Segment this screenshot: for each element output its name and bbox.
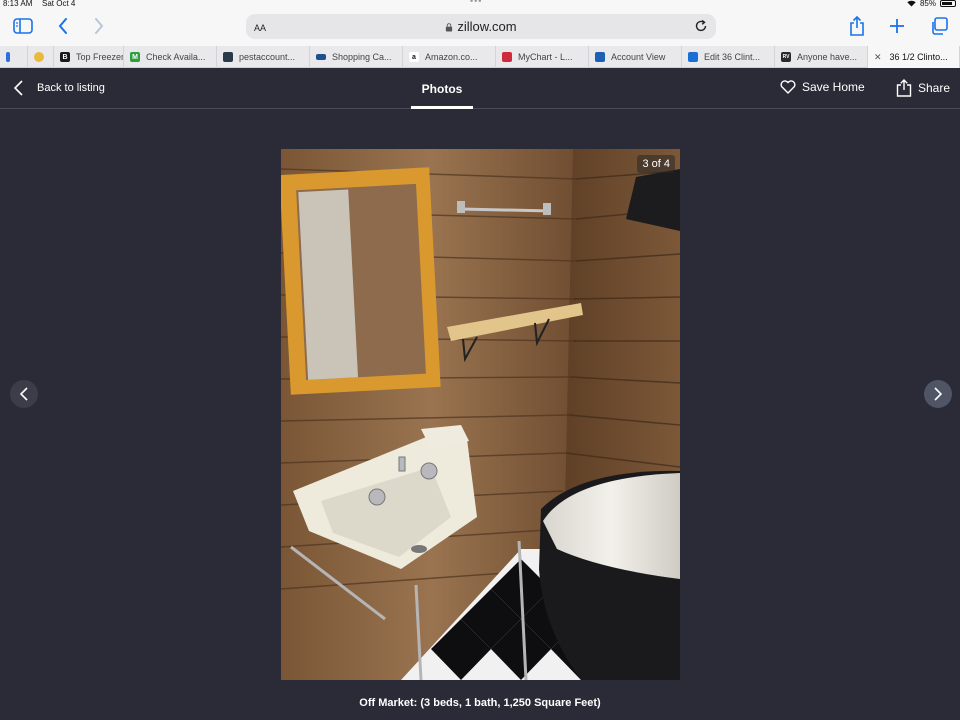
- listing-caption: Off Market: (3 beds, 1 bath, 1,250 Squar…: [359, 697, 601, 709]
- tab-photos[interactable]: Photos: [411, 69, 473, 109]
- tab-10[interactable]: Edit 36 Clint...: [682, 46, 775, 68]
- previous-photo-button[interactable]: [10, 380, 38, 408]
- next-photo-button[interactable]: [924, 380, 952, 408]
- tab-favicon: [502, 52, 512, 62]
- photo-counter: 3 of 4: [637, 155, 675, 173]
- back-to-listing-link[interactable]: Back to listing: [14, 80, 105, 96]
- address-bar[interactable]: AA zillow.com: [246, 14, 716, 39]
- status-right: 85%: [907, 0, 956, 8]
- tab-label: Amazon.co...: [425, 52, 478, 62]
- tab-favicon: B: [60, 52, 70, 62]
- status-time: 8:13 AM: [3, 0, 33, 8]
- tab-active[interactable]: ✕ 36 1/2 Clinto...: [868, 46, 960, 68]
- multitask-dots[interactable]: •••: [470, 0, 482, 6]
- wifi-icon: [907, 0, 916, 7]
- chevron-right-icon: [934, 387, 942, 401]
- tab-3[interactable]: B Top Freezer: [54, 46, 124, 68]
- tab-close-icon[interactable]: ✕: [874, 52, 882, 63]
- reload-icon[interactable]: [694, 19, 708, 33]
- chevron-left-icon: [20, 387, 28, 401]
- tab-favicon: [595, 52, 605, 62]
- listing-photo[interactable]: 3 of 4: [281, 149, 680, 680]
- sidebar-toggle-icon[interactable]: [12, 15, 34, 37]
- heart-icon: [780, 80, 796, 94]
- share-icon: [896, 79, 912, 97]
- browser-tabs-bar: B Top Freezer M Check Availa... pestaccoun…: [0, 46, 960, 68]
- status-bar: 8:13 AM Sat Oct 4 ••• 85%: [0, 0, 960, 9]
- tab-11[interactable]: RV Anyone have...: [775, 46, 868, 68]
- share-sheet-icon[interactable]: [846, 15, 868, 37]
- tab-label: Edit 36 Clint...: [704, 52, 761, 62]
- tab-favicon: [223, 52, 233, 62]
- save-home-label: Save Home: [802, 80, 865, 94]
- tab-label: Anyone have...: [797, 52, 858, 62]
- tab-favicon: M: [130, 52, 140, 62]
- battery-icon: [940, 0, 956, 7]
- tab-label: Account View: [611, 52, 666, 62]
- tab-overview-icon[interactable]: [928, 15, 950, 37]
- tab-label: MyChart - L...: [518, 52, 573, 62]
- back-arrow-icon[interactable]: [52, 15, 74, 37]
- share-label: Share: [918, 81, 951, 95]
- status-date: Sat Oct 4: [42, 0, 76, 8]
- tab-9[interactable]: Account View: [589, 46, 682, 68]
- browser-toolbar: AA zillow.com: [0, 9, 960, 46]
- tab-favicon: [34, 52, 44, 62]
- share-button[interactable]: Share: [896, 79, 950, 97]
- tab-7[interactable]: a Amazon.co...: [403, 46, 496, 68]
- bathroom-photo-image: [281, 149, 680, 680]
- tab-favicon: a: [409, 52, 419, 62]
- tab-6[interactable]: Shopping Ca...: [310, 46, 403, 68]
- new-tab-plus-icon[interactable]: [886, 15, 908, 37]
- tab-label: 36 1/2 Clinto...: [889, 52, 948, 62]
- tab-4[interactable]: M Check Availa...: [124, 46, 217, 68]
- url-display[interactable]: zillow.com: [246, 19, 716, 34]
- tab-label: pestaccount...: [239, 52, 296, 62]
- back-to-listing-label: Back to listing: [37, 82, 105, 94]
- chevron-left-icon: [14, 80, 23, 96]
- tab-2[interactable]: [28, 46, 54, 68]
- battery-percent: 85%: [919, 0, 936, 8]
- tab-5[interactable]: pestaccount...: [217, 46, 310, 68]
- tab-label: Check Availa...: [146, 52, 206, 62]
- tab-label: Top Freezer: [76, 52, 124, 62]
- tab-favicon: RV: [781, 52, 791, 62]
- forward-arrow-icon[interactable]: [88, 15, 110, 37]
- tab-favicon: [6, 52, 10, 62]
- active-tab-indicator: [411, 106, 473, 109]
- tab-favicon: [316, 54, 326, 60]
- tab-8[interactable]: MyChart - L...: [496, 46, 589, 68]
- url-text: zillow.com: [457, 19, 517, 34]
- tab-favicon: [688, 52, 698, 62]
- tab-1[interactable]: [0, 46, 28, 68]
- photo-viewer-header: Back to listing Photos Save Home Share: [0, 69, 960, 109]
- save-home-button[interactable]: Save Home: [780, 80, 865, 94]
- tab-label: Shopping Ca...: [332, 52, 392, 62]
- lock-icon: [446, 23, 453, 32]
